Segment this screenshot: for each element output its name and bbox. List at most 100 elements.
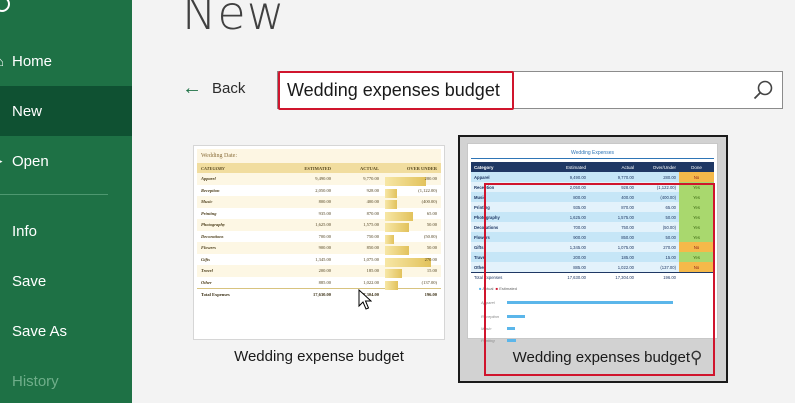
preview-cell: (400.00)	[383, 199, 441, 210]
preview-cell: (50.00)	[383, 233, 441, 244]
sidebar-item-save[interactable]: Save	[0, 256, 132, 306]
sidebar-item-label: Open	[12, 152, 49, 170]
sidebar-item-open[interactable]: ▸ Open	[0, 136, 132, 186]
preview-col: Done	[691, 164, 702, 170]
preview-cell: 900.00	[318, 245, 331, 251]
preview-bar	[385, 211, 413, 221]
preview-col: Estimated	[565, 164, 586, 170]
preview-cell-text: (1,122.00)	[418, 187, 437, 193]
preview-cell: Decorations	[201, 233, 224, 239]
back-label: Back	[212, 79, 246, 97]
preview-cell: Apparel	[201, 176, 216, 182]
preview-cell-text: 50.00	[426, 245, 437, 251]
preview-cell-text: 15.00	[426, 268, 437, 274]
preview-cell: 400.00	[366, 199, 379, 205]
template-card-wedding-expense-budget[interactable]: Wedding Date: CATEGORY ESTIMATED ACTUAL …	[193, 145, 445, 340]
preview-cell: Reception	[201, 187, 220, 193]
preview-header-row: Category Estimated Actual Over/Under Don…	[471, 162, 714, 172]
sidebar-item-save-as[interactable]: Save As	[0, 306, 132, 356]
preview-cell: Printing	[201, 210, 217, 216]
search-icon[interactable]	[752, 79, 774, 101]
preview-cell: Flowers	[201, 245, 217, 251]
preview-cell: 9,490.00	[569, 174, 586, 180]
template-label[interactable]: Wedding expense budget	[193, 348, 445, 365]
preview-cell: 50.00	[383, 245, 441, 256]
preview-bar	[385, 269, 403, 279]
preview-row: Apparel 9,490.00 9,770.00 280.00 No	[471, 172, 714, 182]
preview-cell-text: 270.00	[424, 256, 437, 262]
preview-cell: (1,122.00)	[383, 187, 441, 198]
preview-cell: 1,345.00	[315, 256, 331, 262]
preview-cell: 870.00	[366, 210, 379, 216]
preview-row: Flowers 900.00 850.00 50.00	[197, 242, 441, 256]
preview-cell: (137.00)	[383, 279, 441, 290]
preview-row: Apparel 9,490.00 9,770.00 280.00	[197, 173, 441, 187]
preview-cell: 9,770.00	[617, 174, 634, 180]
preview-title: Wedding Date:	[197, 149, 441, 163]
preview-bar	[385, 223, 410, 233]
search-highlight	[278, 71, 514, 110]
preview-cell: 928.00	[366, 187, 379, 193]
template-preview: Wedding Date: CATEGORY ESTIMATED ACTUAL …	[197, 149, 441, 300]
preview-cell: 50.00	[383, 222, 441, 233]
preview-cell: Travel	[201, 268, 213, 274]
preview-cell-text: 65.00	[426, 210, 437, 216]
preview-cell: 9,490.00	[315, 176, 331, 182]
preview-cell: 1,575.00	[363, 222, 379, 228]
preview-cell: 1,625.00	[315, 222, 331, 228]
preview-cell: 1,022.00	[363, 279, 379, 285]
home-icon: ⌂	[0, 54, 4, 69]
folder-icon: ▸	[0, 153, 3, 169]
mouse-cursor-icon	[358, 289, 372, 310]
preview-bar	[385, 177, 426, 187]
preview-cell: 2,050.00	[315, 187, 331, 193]
preview-bar	[385, 246, 410, 256]
preview-col: Over/Under	[652, 164, 676, 170]
preview-row: Other 885.00 1,022.00 (137.00)	[197, 276, 441, 290]
preview-row: Printing 935.00 870.00 65.00	[197, 207, 441, 221]
preview-cell: 200.00	[318, 268, 331, 274]
preview-header-row: CATEGORY ESTIMATED ACTUAL OVER UNDER	[197, 163, 441, 173]
preview-cell: 850.00	[366, 245, 379, 251]
sidebar-divider	[0, 194, 108, 195]
preview-cell: 280.00	[383, 176, 441, 187]
sidebar-item-history: History	[0, 356, 132, 403]
preview-cell: 196.00	[424, 292, 437, 297]
sidebar-item-info[interactable]: Info	[0, 206, 132, 256]
preview-cell-text: (400.00)	[421, 199, 437, 205]
preview-cell: 270.00	[383, 256, 441, 267]
preview-col: ACTUAL	[359, 165, 379, 171]
preview-cell: 885.00	[318, 279, 331, 285]
preview-bar	[385, 200, 397, 210]
sidebar-item-home[interactable]: ⌂ Home	[0, 36, 132, 86]
preview-cell: 17,630.00	[313, 292, 331, 297]
sidebar-item-new[interactable]: New	[0, 86, 132, 136]
backstage-sidebar: ⌂ Home New ▸ Open Info Save Save As Hist…	[0, 0, 132, 403]
sidebar-item-label: Home	[12, 52, 53, 70]
preview-rows: Apparel 9,490.00 9,770.00 280.00 Reception 2,…	[197, 173, 441, 290]
sidebar-item-label: Save	[12, 272, 47, 290]
preview-cell: 700.00	[318, 233, 331, 239]
sidebar-item-label: New	[12, 102, 43, 120]
preview-col: CATEGORY	[201, 165, 225, 171]
preview-cell: 280.00	[663, 174, 676, 180]
template-highlight	[484, 183, 715, 376]
preview-cell: 15.00	[383, 268, 441, 279]
preview-cell: 65.00	[383, 210, 441, 221]
back-button[interactable]: ← Back	[182, 78, 245, 98]
page-title: New	[182, 0, 286, 40]
preview-cell: Apparel	[474, 174, 490, 180]
preview-cell: No	[679, 172, 714, 182]
preview-cell: 800.00	[318, 199, 331, 205]
preview-col: OVER UNDER	[406, 165, 437, 171]
preview-cell-text: (137.00)	[421, 279, 437, 285]
sidebar-item-label: History	[12, 372, 59, 390]
preview-cell: Music	[201, 199, 213, 205]
preview-cell: Other	[201, 279, 212, 285]
preview-title: Wedding Expenses	[471, 147, 714, 159]
preview-cell: 185.00	[366, 268, 379, 274]
back-circle-icon[interactable]	[0, 0, 10, 12]
preview-cell-text: (50.00)	[423, 233, 437, 239]
preview-cell: Total Expenses	[201, 292, 230, 297]
preview-cell: 9,770.00	[363, 176, 379, 182]
